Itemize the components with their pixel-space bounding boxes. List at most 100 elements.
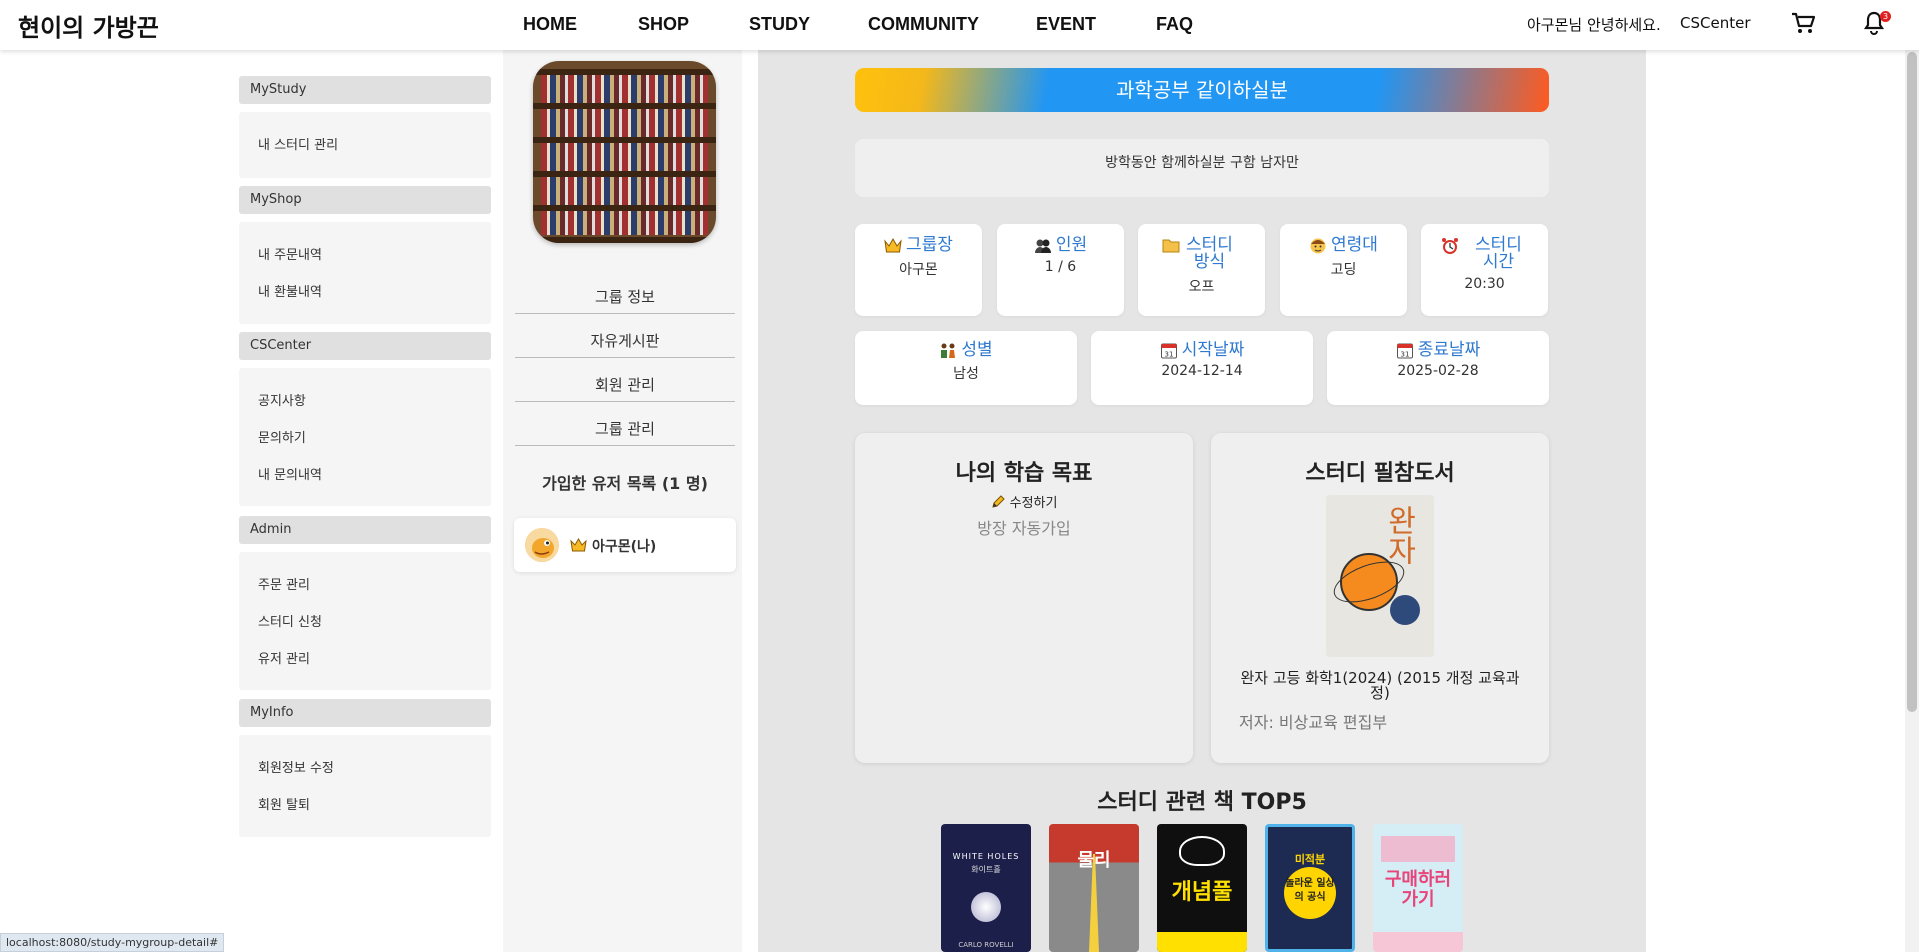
nav-faq[interactable]: FAQ xyxy=(1156,14,1193,35)
menu-item-my-study[interactable]: 내 스터디 관리 xyxy=(258,134,338,153)
menu-item-user-management[interactable]: 유저 관리 xyxy=(258,648,310,667)
required-book-card: 스터디 필참도서 완자 완자 고등 화학1(2024) (2015 개정 교육과… xyxy=(1211,433,1549,763)
member-name: 아구몬(나) xyxy=(592,539,657,555)
menu-header-mystudy: MyStudy xyxy=(239,76,491,104)
menu-header-myshop: MyShop xyxy=(239,186,491,214)
menu-item-edit-profile[interactable]: 회원정보 수정 xyxy=(258,757,334,776)
book-cover-subtitle: 미적분 xyxy=(1294,853,1326,866)
top-header: 현이의 가방끈 HOME SHOP STUDY COMMUNITY EVENT … xyxy=(0,0,1919,50)
info-card-members: 인원 1 / 6 xyxy=(997,224,1124,316)
book-cover-subtitle: 화이트홀 xyxy=(971,865,1001,874)
tab-group-info[interactable]: 그룹 정보 xyxy=(515,276,735,314)
info-value: 오프 xyxy=(1188,279,1215,295)
info-card-age: 연령대 고딩 xyxy=(1280,224,1407,316)
status-bar-url: localhost:8080/study-mygroup-detail# xyxy=(0,933,225,952)
notification-badge: 3 xyxy=(1880,11,1891,22)
people-icon xyxy=(1034,239,1051,253)
info-card-leader: 그룹장 아구몬 xyxy=(855,224,982,316)
menu-item-order-management[interactable]: 주문 관리 xyxy=(258,574,310,593)
couple-icon xyxy=(941,343,956,358)
menu-item-inquiry[interactable]: 문의하기 xyxy=(258,427,306,446)
book-cover-title: 개념풀 xyxy=(1171,880,1233,905)
goal-edit-button[interactable]: 수정하기 xyxy=(855,492,1193,511)
book-author: 저자: 비상교육 편집부 xyxy=(1239,713,1388,732)
crown-icon xyxy=(570,538,587,552)
info-label: 스터디 방식 xyxy=(1186,235,1233,272)
face-icon xyxy=(1310,238,1326,254)
top5-book-2[interactable]: 물리 xyxy=(1049,824,1139,952)
crown-icon xyxy=(884,237,902,253)
menu-box-mystudy: 내 스터디 관리 xyxy=(239,112,491,178)
menu-item-withdraw[interactable]: 회원 탈퇴 xyxy=(258,794,310,813)
pencil-icon xyxy=(991,495,1005,508)
book-cover-title: 놀라운 일상의 공식 xyxy=(1284,867,1336,919)
avatar xyxy=(525,528,559,562)
menu-item-my-orders[interactable]: 내 주문내역 xyxy=(258,244,322,263)
group-description: 방학동안 함께하실분 구함 남자만 xyxy=(855,139,1549,197)
study-group-image xyxy=(533,61,716,243)
nav-study[interactable]: STUDY xyxy=(749,14,810,35)
goal-edit-label: 수정하기 xyxy=(1009,496,1058,511)
menu-header-admin: Admin xyxy=(239,516,491,544)
info-card-start-date: 31 시작날짜 2024-12-14 xyxy=(1091,331,1313,405)
tab-free-board[interactable]: 자유게시판 xyxy=(515,320,735,358)
menu-item-notices[interactable]: 공지사항 xyxy=(258,390,306,409)
nav-home[interactable]: HOME xyxy=(523,14,577,35)
top5-book-3[interactable]: 개념풀 xyxy=(1157,824,1247,952)
info-value: 2024-12-14 xyxy=(1161,363,1243,379)
info-value: 1 / 6 xyxy=(1044,259,1077,275)
calendar-icon: 31 xyxy=(1396,343,1413,359)
info-value: 남성 xyxy=(953,366,979,382)
learning-goal-card: 나의 학습 목표 수정하기 방장 자동가입 xyxy=(855,433,1193,763)
svg-text:31: 31 xyxy=(1164,351,1173,359)
scrollbar-thumb[interactable] xyxy=(1907,52,1917,712)
info-label: 그룹장 xyxy=(906,235,953,255)
svg-text:31: 31 xyxy=(1400,351,1409,359)
info-card-gender: 성별 남성 xyxy=(855,331,1077,405)
info-label: 시작날짜 xyxy=(1181,340,1245,360)
folder-icon xyxy=(1162,239,1180,253)
info-card-end-date: 31 종료날짜 2025-02-28 xyxy=(1327,331,1549,405)
top5-book-1[interactable]: WHITE HOLES 화이트홀 CARLO ROVELLI xyxy=(941,824,1031,952)
info-card-study-time: 스터디 시간 20:30 xyxy=(1421,224,1548,316)
top5-title: 스터디 관련 책 TOP5 xyxy=(1097,790,1307,815)
book-name: 완자 고등 화학1(2024) (2015 개정 교육과정) xyxy=(1240,669,1520,702)
info-value: 20:30 xyxy=(1464,276,1505,292)
user-greeting: 아구몬님 안녕하세요. xyxy=(1527,16,1661,34)
cscenter-link[interactable]: CSCenter xyxy=(1680,14,1750,32)
info-label: 연령대 xyxy=(1331,235,1378,255)
info-label: 성별 xyxy=(961,340,993,360)
menu-item-study-applications[interactable]: 스터디 신청 xyxy=(258,611,322,630)
book-cover-title: 구매하러 가기 xyxy=(1384,869,1452,910)
tab-group-management[interactable]: 그룹 관리 xyxy=(515,408,735,446)
info-value: 고딩 xyxy=(1330,262,1357,278)
nav-event[interactable]: EVENT xyxy=(1036,14,1096,35)
calendar-icon: 31 xyxy=(1160,343,1177,359)
menu-header-myinfo: MyInfo xyxy=(239,699,491,727)
book-cover-image[interactable]: 완자 xyxy=(1326,495,1434,657)
nav-shop[interactable]: SHOP xyxy=(638,14,689,35)
nav-community[interactable]: COMMUNITY xyxy=(868,14,979,35)
menu-box-cscenter: 공지사항 문의하기 내 문의내역 xyxy=(239,368,491,506)
goal-title: 나의 학습 목표 xyxy=(955,461,1093,486)
top5-book-4[interactable]: 미적분 놀라운 일상의 공식 xyxy=(1265,824,1355,952)
top5-book-5-buy[interactable]: 구매하러 가기 xyxy=(1373,824,1463,952)
menu-item-my-refunds[interactable]: 내 환불내역 xyxy=(258,281,322,300)
group-title-banner: 과학공부 같이하실분 xyxy=(855,68,1549,112)
menu-header-cscenter: CSCenter xyxy=(239,332,491,360)
tab-member-management[interactable]: 회원 관리 xyxy=(515,364,735,402)
cart-icon[interactable] xyxy=(1790,10,1816,36)
menu-item-my-inquiries[interactable]: 내 문의내역 xyxy=(258,464,322,483)
alarm-clock-icon xyxy=(1442,238,1458,254)
book-card-title: 스터디 필참도서 xyxy=(1305,461,1455,486)
info-label: 인원 xyxy=(1055,235,1088,255)
info-card-study-method: 스터디 방식 오프 xyxy=(1138,224,1265,316)
menu-box-myinfo: 회원정보 수정 회원 탈퇴 xyxy=(239,735,491,837)
member-list-item[interactable]: 아구몬(나) xyxy=(514,518,736,572)
info-label: 스터디 시간 xyxy=(1475,235,1522,272)
menu-box-myshop: 내 주문내역 내 환불내역 xyxy=(239,222,491,324)
info-label: 종료날짜 xyxy=(1417,340,1481,360)
book-cover-title: WHITE HOLES xyxy=(952,852,1020,861)
menu-box-admin: 주문 관리 스터디 신청 유저 관리 xyxy=(239,552,491,690)
info-value: 2025-02-28 xyxy=(1397,363,1479,379)
